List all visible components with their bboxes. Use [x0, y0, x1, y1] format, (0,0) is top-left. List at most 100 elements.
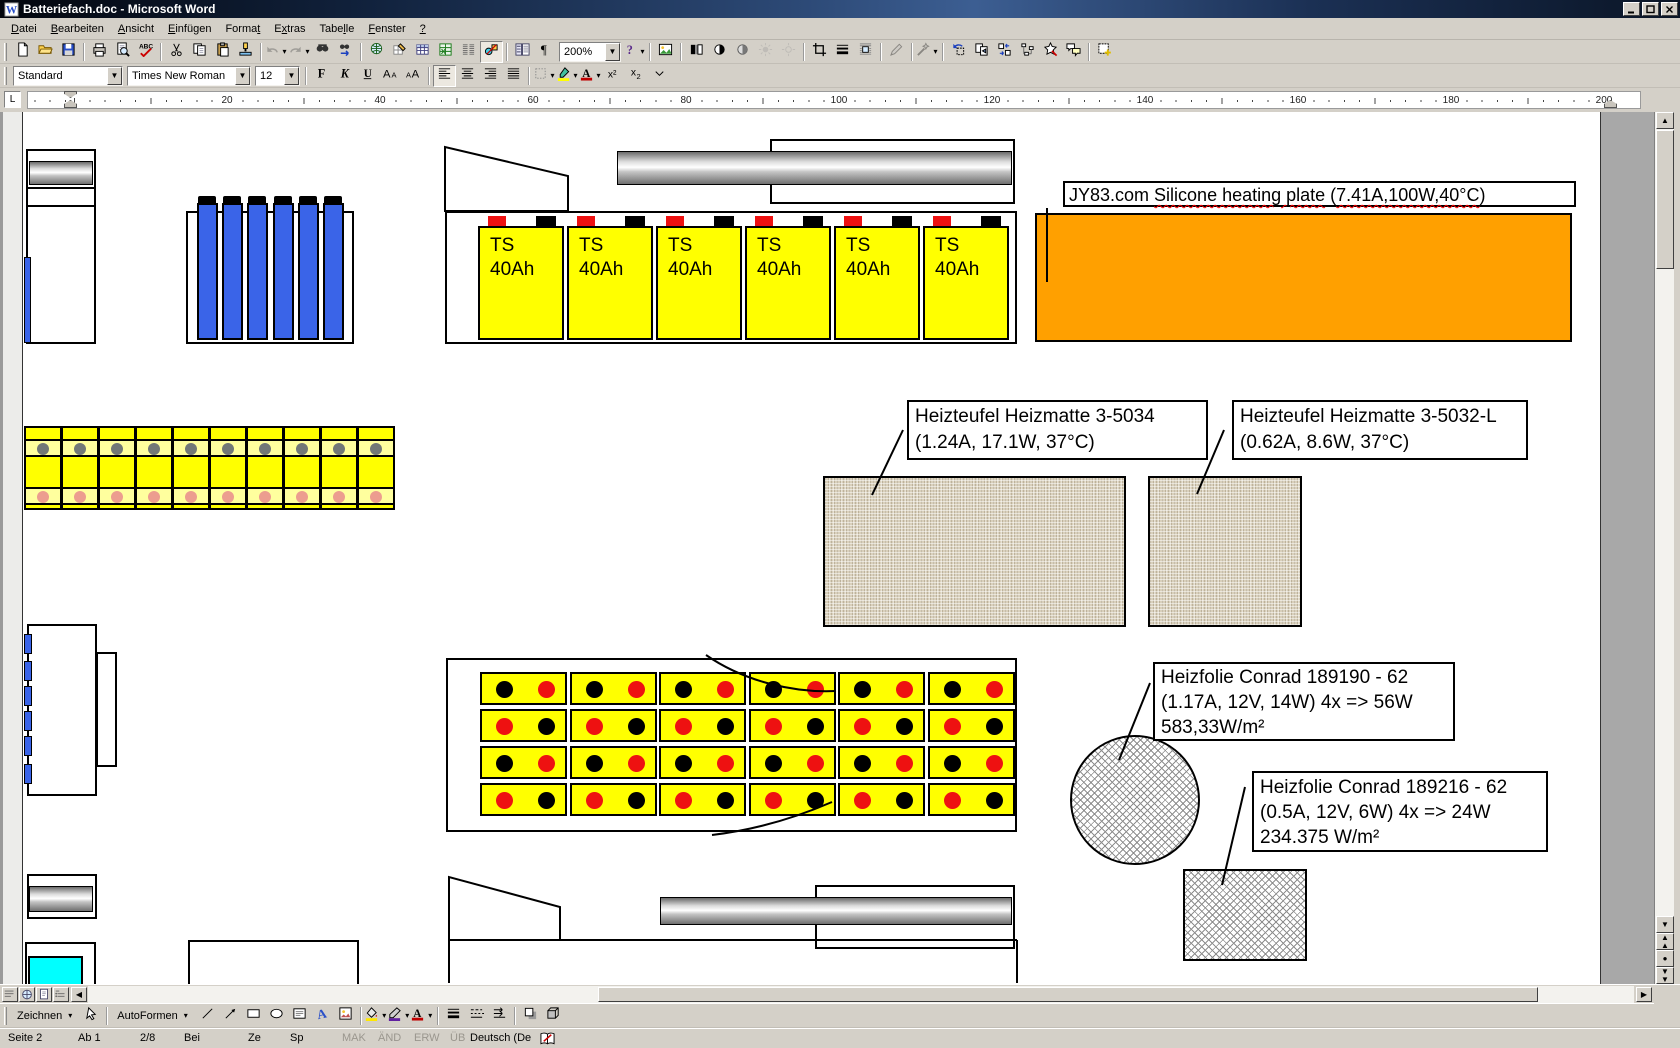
dropdown-arrow-icon[interactable]: ▾ — [932, 47, 940, 56]
scroll-down-button[interactable]: ▼ — [1656, 916, 1674, 933]
superscript-button[interactable]: x² — [602, 65, 625, 87]
metal-rail-bottom[interactable] — [660, 897, 1012, 925]
more-contrast-button[interactable] — [708, 41, 731, 63]
redo-button[interactable]: ▾ — [288, 41, 311, 63]
heat-mat-2[interactable] — [1148, 476, 1302, 627]
line-style-button[interactable] — [442, 1005, 465, 1027]
previous-page-button[interactable]: ▲▲ — [1656, 933, 1674, 950]
align-center-button[interactable] — [456, 65, 479, 87]
toolbar-gripper[interactable] — [4, 67, 7, 85]
underline-button[interactable]: U — [356, 65, 379, 87]
strip-cell[interactable] — [211, 428, 248, 508]
undo-button[interactable]: ▾ — [265, 41, 288, 63]
heat-foil-rectangle[interactable] — [1183, 869, 1307, 961]
dotted-pack-cell[interactable] — [570, 783, 657, 816]
horizontal-scroll-track[interactable] — [88, 986, 1634, 1003]
add-canvas-button[interactable] — [1093, 41, 1116, 63]
dotted-pack-cell[interactable] — [659, 783, 746, 816]
menu-item-tabelle[interactable]: Tabelle — [312, 20, 361, 38]
select-objects-button[interactable] — [80, 1005, 103, 1027]
three-d-button[interactable] — [542, 1005, 565, 1027]
borders-button[interactable]: ▾ — [533, 65, 556, 87]
select-browse-object-button[interactable]: ● — [1656, 950, 1674, 967]
dotted-pack-cell[interactable] — [838, 783, 925, 816]
more-brightness-button[interactable] — [754, 41, 777, 63]
format-object-button[interactable] — [885, 41, 908, 63]
dotted-pack-cell[interactable] — [659, 709, 746, 742]
cyan-cell-block[interactable] — [28, 956, 83, 984]
menu-item-ansicht[interactable]: Ansicht — [111, 20, 161, 38]
dotted-pack-cell[interactable] — [928, 783, 1015, 816]
dropdown-arrow-icon[interactable]: ▾ — [639, 47, 647, 56]
battery-cell-ts[interactable]: TS40Ah — [567, 226, 653, 340]
italic-button[interactable]: K — [333, 65, 356, 87]
help-button[interactable]: ?▾ — [623, 41, 646, 63]
justify-button[interactable] — [502, 65, 525, 87]
wedge-shape-top[interactable] — [445, 147, 568, 211]
format-painter-button[interactable] — [234, 41, 257, 63]
title-bar[interactable]: W Batteriefach.doc - Microsoft Word — [0, 0, 1680, 18]
clip-art-button[interactable] — [334, 1005, 357, 1027]
battery-cell-ts[interactable]: TS40Ah — [478, 226, 564, 340]
battery-cell-ts[interactable]: TS40Ah — [745, 226, 831, 340]
less-contrast-button[interactable] — [731, 41, 754, 63]
style-combo-dropdown-icon[interactable]: ▼ — [107, 67, 122, 85]
heat-mat-1[interactable] — [823, 476, 1126, 627]
battery-cell-blue[interactable] — [273, 203, 294, 340]
web-layout-view-button[interactable] — [19, 987, 35, 1002]
zeichnen-menu-button[interactable]: Zeichnen▾ — [11, 1008, 80, 1024]
maximize-button[interactable] — [1642, 2, 1659, 16]
metal-rail-left[interactable] — [29, 161, 93, 185]
print-preview-button[interactable] — [111, 41, 134, 63]
crop-tool-button[interactable] — [808, 41, 831, 63]
save-button[interactable] — [57, 41, 80, 63]
insert-picture-button[interactable] — [654, 41, 677, 63]
show-paragraphs-button[interactable]: ¶ — [534, 41, 557, 63]
strip-cell[interactable] — [359, 428, 393, 508]
dotted-pack-cell[interactable] — [749, 746, 836, 779]
scroll-left-button[interactable]: ◀ — [71, 987, 87, 1002]
align-left-button[interactable] — [433, 65, 456, 87]
insert-table-button[interactable] — [411, 41, 434, 63]
edit-star-button[interactable] — [1039, 41, 1062, 63]
heizfolie-label-1[interactable]: Heizfolie Conrad 189190 - 62 (1.17A, 12V… — [1153, 662, 1455, 741]
print-button[interactable] — [88, 41, 111, 63]
cut-button[interactable] — [165, 41, 188, 63]
heizmatte-label-1[interactable]: Heizteufel Heizmatte 3-5034 (1.24A, 17.1… — [907, 400, 1208, 460]
dotted-pack-cell[interactable] — [928, 746, 1015, 779]
tab-selector-button[interactable]: L — [4, 91, 21, 108]
shape-oval-button[interactable] — [265, 1005, 288, 1027]
strip-cell[interactable] — [174, 428, 211, 508]
image-control-button[interactable] — [685, 41, 708, 63]
dotted-pack-cell[interactable] — [480, 746, 567, 779]
strip-cell[interactable] — [248, 428, 285, 508]
dotted-pack-cell[interactable] — [659, 672, 746, 705]
heizmatte-label-2[interactable]: Heizteufel Heizmatte 3-5032-L (0.62A, 8.… — [1232, 400, 1528, 460]
fill-color-button[interactable]: ▾ — [365, 1005, 388, 1027]
arrow-style-button[interactable] — [488, 1005, 511, 1027]
document-map-button[interactable] — [511, 41, 534, 63]
strip-cell[interactable] — [137, 428, 174, 508]
silicone-plate-label[interactable]: JY83.com Silicone heating plate (7.41A,1… — [1063, 181, 1576, 207]
zoom-combo[interactable]: 200%▼ — [559, 42, 621, 62]
duplicate-shape-button[interactable] — [970, 41, 993, 63]
dotted-pack-cell[interactable] — [928, 709, 1015, 742]
new-document-button[interactable] — [11, 41, 34, 63]
font-color-button[interactable]: A▾ — [411, 1005, 434, 1027]
strip-cell[interactable] — [26, 428, 63, 508]
dropdown-arrow-icon[interactable]: ▾ — [426, 1011, 434, 1020]
word-art-button[interactable]: A — [311, 1005, 334, 1027]
connector-shapes-button[interactable] — [1016, 41, 1039, 63]
vertical-scrollbar[interactable]: ▲ ▼ ▲▲ ● ▼▼ — [1654, 112, 1674, 984]
heat-foil-circle[interactable] — [1070, 735, 1200, 865]
autoformen-menu-button[interactable]: AutoFormen▾ — [111, 1008, 196, 1024]
battery-cell-ts[interactable]: TS40Ah — [834, 226, 920, 340]
scroll-right-button[interactable]: ▶ — [1636, 987, 1652, 1002]
blue-cell-sliver[interactable] — [24, 257, 31, 343]
menu-item-bearbeiten[interactable]: Bearbeiten — [44, 20, 111, 38]
dotted-pack-cell[interactable] — [749, 709, 836, 742]
menu-item-extras[interactable]: Extras — [267, 20, 312, 38]
strip-cell[interactable] — [63, 428, 100, 508]
bold-button[interactable]: F — [310, 65, 333, 87]
toolbar-gripper[interactable] — [4, 1007, 7, 1025]
